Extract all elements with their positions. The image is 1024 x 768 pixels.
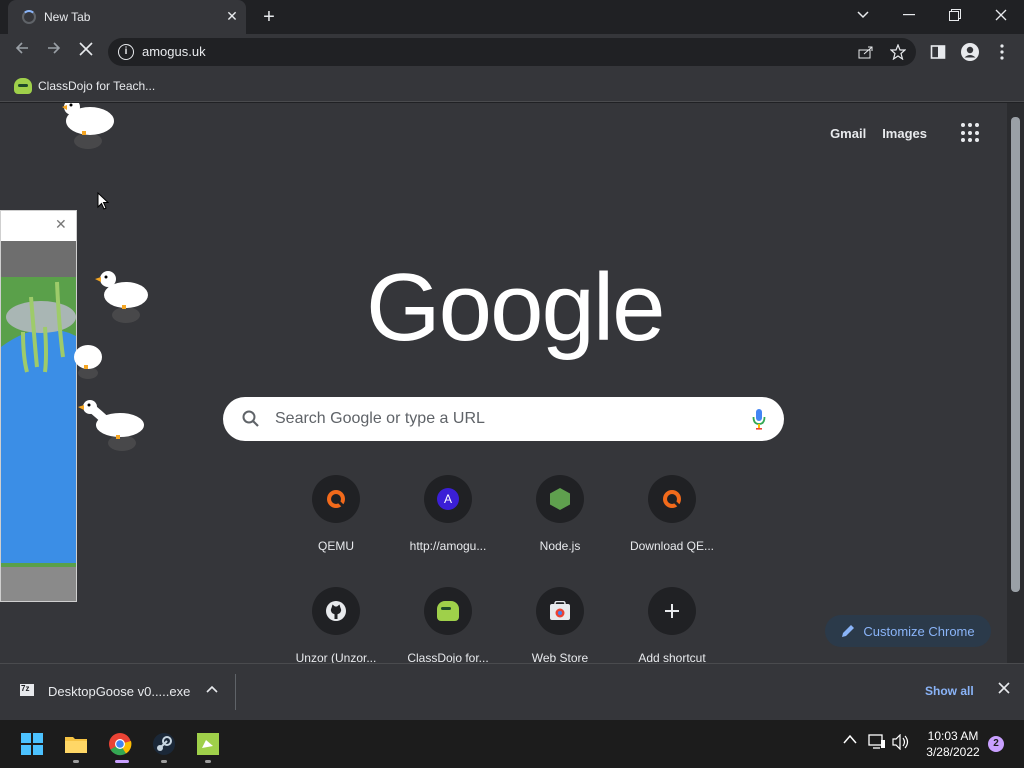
- address-bar[interactable]: i amogus.uk: [108, 38, 916, 66]
- bookmark-star-icon[interactable]: [888, 42, 908, 62]
- qemu-icon: [648, 475, 696, 523]
- pencil-icon: [842, 625, 855, 637]
- goose-icon[interactable]: [76, 395, 148, 455]
- search-icon: [242, 410, 259, 427]
- chevron-up-icon[interactable]: [206, 682, 218, 696]
- notification-badge[interactable]: 2: [988, 736, 1004, 752]
- scrollbar-thumb[interactable]: [1011, 117, 1020, 592]
- vertical-scrollbar[interactable]: [1007, 103, 1024, 663]
- shortcut-label: Download QE...: [629, 539, 715, 553]
- windows-taskbar: 10:03 AM 3/28/2022 2: [0, 720, 1024, 768]
- restore-button[interactable]: [932, 0, 978, 30]
- window-close-button[interactable]: [978, 0, 1024, 30]
- google-logo: Google: [366, 254, 666, 361]
- shortcut-nodejs[interactable]: Node.js: [510, 475, 610, 565]
- goose-icon[interactable]: [92, 267, 152, 327]
- customize-chrome-button[interactable]: Customize Chrome: [825, 615, 991, 647]
- bookmark-classdojo[interactable]: ClassDojo for Teach...: [14, 76, 155, 96]
- tab-title: New Tab: [44, 10, 91, 24]
- search-input[interactable]: Search Google or type a URL: [275, 410, 485, 428]
- shortcut-qemu[interactable]: QEMU: [286, 475, 386, 565]
- shortcut-classdojo[interactable]: ClassDojo for...: [398, 587, 498, 663]
- profile-avatar-icon[interactable]: [960, 42, 980, 62]
- shortcut-unzor[interactable]: Unzor (Unzor...: [286, 587, 386, 663]
- shortcut-label: QEMU: [318, 539, 354, 553]
- bookmarks-bar: ClassDojo for Teach...: [0, 70, 1024, 102]
- download-shelf: DesktopGoose v0.....exe Show all: [0, 663, 1024, 720]
- address-bar-url[interactable]: amogus.uk: [142, 44, 206, 59]
- pond-picture: [1, 277, 76, 567]
- show-all-downloads-link[interactable]: Show all: [925, 684, 974, 698]
- plus-icon: [648, 587, 696, 635]
- forward-button[interactable]: [42, 40, 66, 64]
- voice-search-icon[interactable]: [752, 408, 766, 430]
- images-link[interactable]: Images: [882, 126, 927, 141]
- browser-toolbar: i amogus.uk: [0, 34, 1024, 70]
- customize-label: Customize Chrome: [863, 623, 975, 639]
- shortcut-download-qemu[interactable]: Download QE...: [622, 475, 722, 565]
- web-store-icon: [536, 587, 584, 635]
- goose-icon[interactable]: [58, 103, 118, 153]
- tab-strip: New Tab ✕ +: [0, 0, 1024, 34]
- windows-start-icon[interactable]: [20, 732, 44, 756]
- bookmark-label: ClassDojo for Teach...: [38, 79, 156, 93]
- new-tab-button[interactable]: +: [258, 6, 280, 28]
- shortcut-label: http://amogu...: [409, 539, 487, 553]
- shortcut-label: Node.js: [539, 539, 581, 553]
- steam-icon[interactable]: [152, 732, 176, 756]
- github-icon: [312, 587, 360, 635]
- window-header-strip: [1, 241, 76, 277]
- top-links: Gmail Images: [830, 123, 981, 143]
- shortcut-label: ClassDojo for...: [407, 651, 489, 663]
- new-tab-page: Gmail Images Google Search Google or typ…: [0, 103, 1007, 663]
- network-icon[interactable]: [868, 734, 886, 750]
- letter-a-icon: A: [424, 475, 472, 523]
- search-box[interactable]: Search Google or type a URL: [223, 397, 784, 441]
- shortcut-label: Web Store: [531, 651, 589, 663]
- loading-spinner-icon: [22, 10, 36, 24]
- tab-close-icon[interactable]: ✕: [224, 8, 240, 24]
- volume-icon[interactable]: [892, 734, 910, 750]
- gmail-link[interactable]: Gmail: [830, 126, 866, 141]
- 7zip-file-icon: [20, 684, 34, 696]
- goose-icon[interactable]: [72, 339, 106, 383]
- more-menu-icon[interactable]: [992, 42, 1012, 62]
- clock-date: 3/28/2022: [926, 745, 980, 759]
- download-filename[interactable]: DesktopGoose v0.....exe: [48, 684, 190, 699]
- system-clock[interactable]: 10:03 AM 3/28/2022: [918, 728, 988, 760]
- window-close-icon[interactable]: ✕: [55, 217, 69, 231]
- site-info-icon[interactable]: i: [118, 44, 134, 60]
- file-explorer-icon[interactable]: [64, 732, 88, 756]
- notepad-goose-icon[interactable]: [196, 732, 220, 756]
- shortcut-web-store[interactable]: Web Store: [510, 587, 610, 663]
- goose-notepad-window[interactable]: ✕: [0, 210, 77, 602]
- tab-new-tab[interactable]: New Tab ✕: [8, 0, 246, 34]
- nodejs-icon: [536, 475, 584, 523]
- mouse-cursor-icon: [97, 192, 109, 210]
- shortcut-amogus[interactable]: A http://amogu...: [398, 475, 498, 565]
- qemu-icon: [312, 475, 360, 523]
- shortcut-add[interactable]: Add shortcut: [622, 587, 722, 663]
- classdojo-icon: [14, 78, 32, 94]
- chevron-up-icon[interactable]: [843, 734, 857, 744]
- minimize-button[interactable]: [886, 0, 932, 30]
- shortcut-label: Add shortcut: [638, 651, 706, 663]
- back-button[interactable]: [10, 40, 34, 64]
- shortcut-label: Unzor (Unzor...: [295, 651, 377, 663]
- close-download-shelf-icon[interactable]: [998, 682, 1010, 698]
- share-icon[interactable]: [856, 42, 876, 62]
- google-apps-icon[interactable]: [961, 123, 981, 143]
- side-panel-icon[interactable]: [928, 42, 948, 62]
- stop-loading-button[interactable]: [74, 40, 98, 64]
- tab-search-icon[interactable]: [840, 0, 886, 30]
- classdojo-icon: [424, 587, 472, 635]
- download-item[interactable]: DesktopGoose v0.....exe: [10, 674, 236, 710]
- clock-time: 10:03 AM: [927, 729, 979, 743]
- chrome-icon[interactable]: [108, 732, 132, 756]
